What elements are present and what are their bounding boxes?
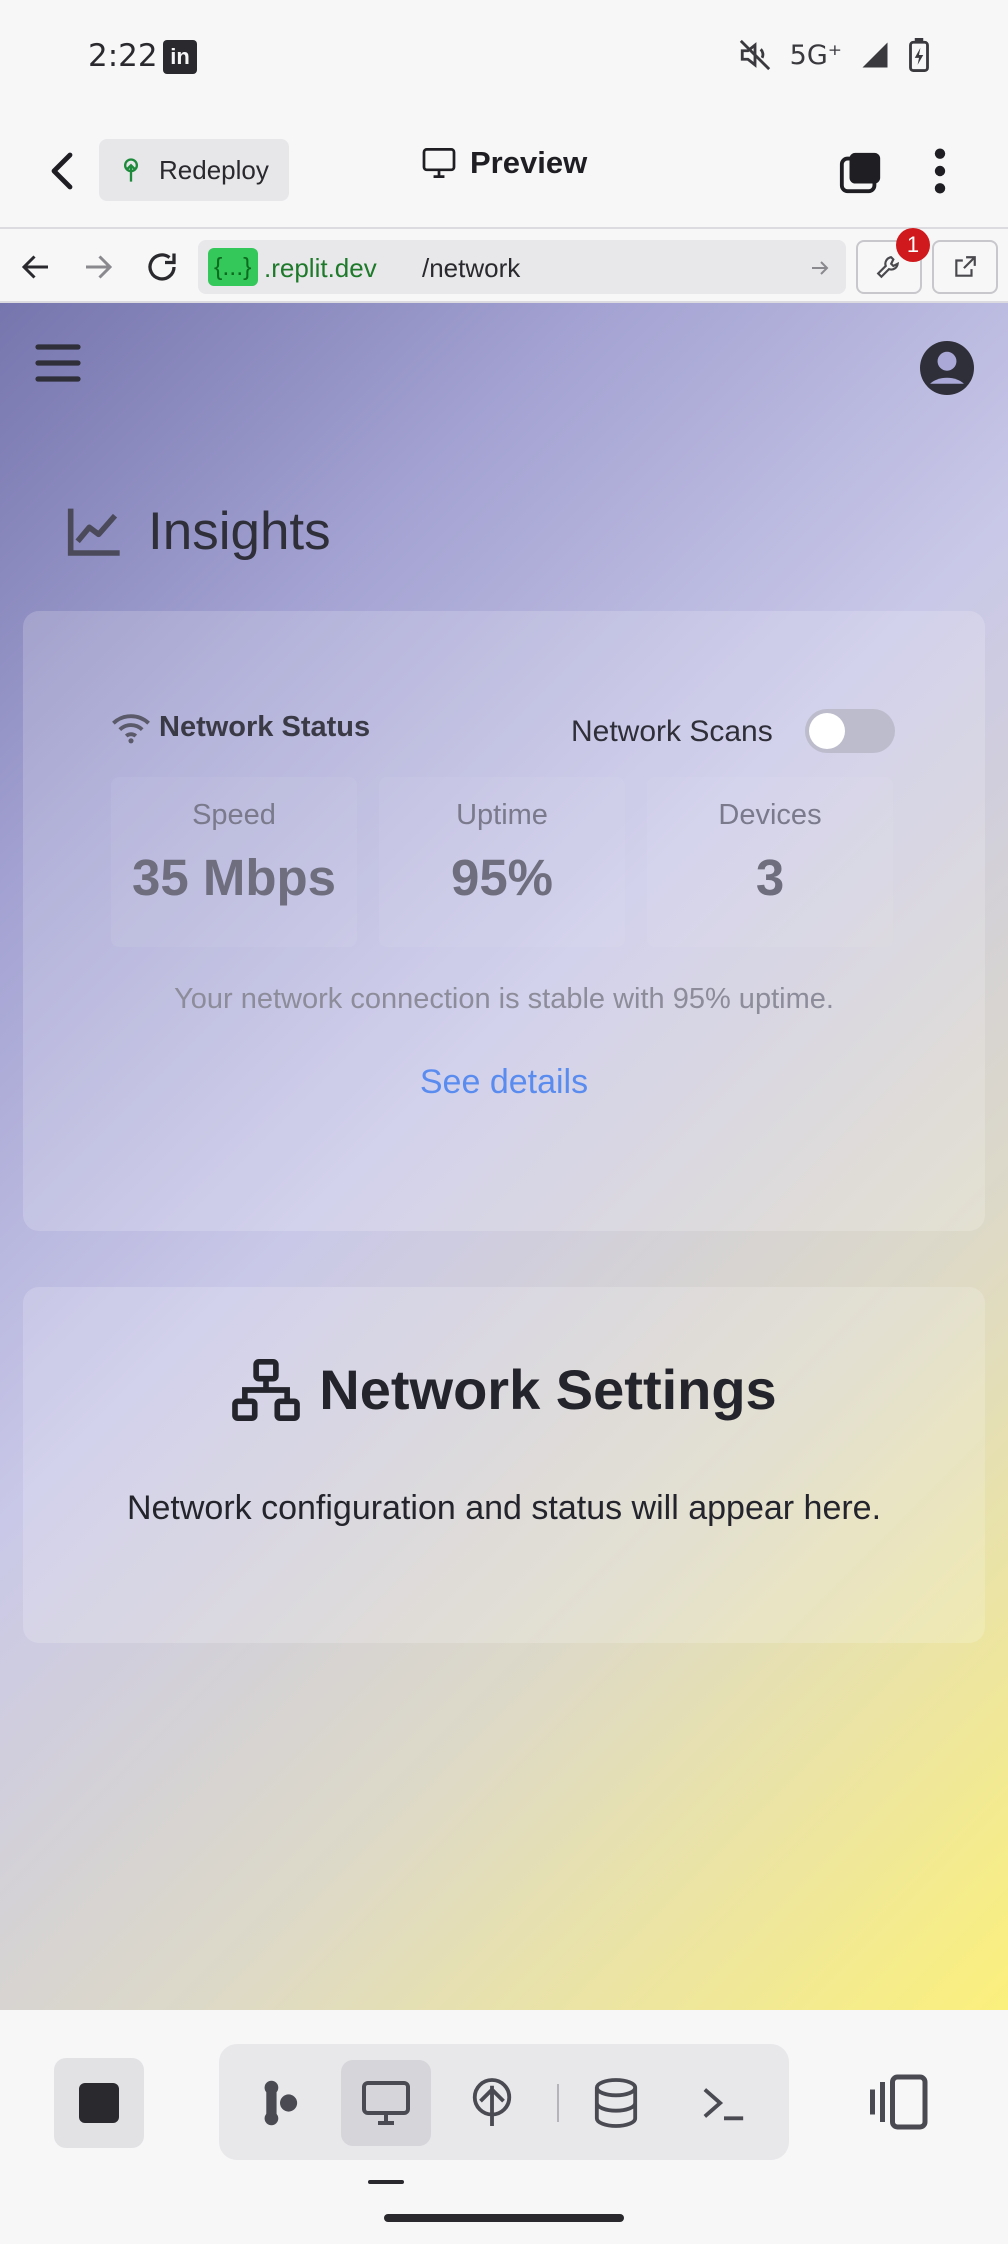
network-status-title: Network Status — [159, 711, 371, 743]
user-avatar-icon[interactable] — [920, 341, 974, 395]
agent-icon — [264, 2080, 298, 2126]
stop-icon — [79, 2083, 119, 2123]
clock: 2:22 — [88, 38, 158, 74]
url-input[interactable]: {...} .replit.dev /network — [198, 240, 846, 294]
deploy-icon — [124, 158, 138, 182]
wifi-icon — [112, 713, 150, 743]
reload-icon[interactable] — [144, 249, 180, 285]
network-scans-toggle[interactable] — [805, 709, 895, 753]
network-settings-heading: Network Settings — [23, 1357, 985, 1422]
signal-icon — [862, 42, 888, 68]
deploy-tool-button[interactable] — [447, 2060, 537, 2146]
network-type: 5G⁺ — [789, 39, 842, 71]
url-bar: {...} .replit.dev /network 1 — [0, 228, 1008, 303]
network-status-card: Network Status Network Scans Speed 35 Mb… — [23, 611, 985, 1231]
database-icon — [594, 2078, 638, 2128]
status-bar: 2:22 in 5G⁺ — [0, 0, 1008, 115]
stat-speed: Speed 35 Mbps — [111, 777, 357, 947]
network-settings-title: Network Settings — [319, 1358, 777, 1421]
status-icons: 5G⁺ — [738, 38, 930, 72]
network-status-heading: Network Status — [111, 711, 370, 744]
stat-label: Speed — [192, 799, 276, 831]
app-header: Redeploy Preview — [0, 115, 1008, 229]
deploy-icon — [472, 2078, 512, 2126]
toolbar-divider — [557, 2084, 559, 2122]
forward-icon[interactable] — [80, 249, 116, 285]
see-details-link[interactable]: See details — [23, 1063, 985, 1102]
network-status-message: Your network connection is stable with 9… — [174, 983, 834, 1015]
battery-icon — [909, 38, 929, 72]
preview-title: Preview — [422, 145, 587, 181]
network-topology-icon — [232, 1358, 301, 1421]
stat-uptime: Uptime 95% — [379, 777, 625, 947]
shell-tool-button[interactable] — [679, 2060, 769, 2146]
monitor-icon — [362, 2081, 410, 2125]
chart-line-icon — [67, 508, 120, 556]
agent-tool-button[interactable] — [235, 2060, 325, 2146]
bottom-toolbar — [0, 2010, 1008, 2244]
more-options-icon[interactable] — [920, 145, 960, 197]
insights-title: Insights — [148, 502, 331, 561]
stat-value: 3 — [755, 849, 785, 906]
workspace-tools — [219, 2044, 789, 2160]
mute-icon — [739, 39, 770, 71]
stat-devices: Devices 3 — [647, 777, 893, 947]
stat-label: Uptime — [456, 799, 548, 831]
devtools-button[interactable]: 1 — [856, 228, 930, 294]
database-tool-button[interactable] — [571, 2060, 661, 2146]
stat-label: Devices — [718, 799, 822, 831]
host-badge: {...} — [208, 248, 258, 286]
monitor-icon — [422, 148, 456, 178]
toggle-knob — [809, 713, 845, 749]
stop-button[interactable] — [54, 2058, 144, 2148]
redeploy-label: Redeploy — [159, 154, 269, 185]
home-indicator[interactable] — [384, 2214, 624, 2222]
url-path: /network — [422, 253, 521, 283]
network-settings-message: Network configuration and status will ap… — [126, 1489, 882, 1527]
go-arrow-icon[interactable] — [808, 256, 832, 280]
split-view-icon[interactable] — [870, 2072, 930, 2132]
back-arrow-icon[interactable] — [40, 147, 88, 195]
insights-header: Insights — [66, 501, 331, 562]
active-tab-indicator — [368, 2180, 404, 2184]
open-external-button[interactable] — [932, 240, 998, 294]
preview-page: Insights Network Status Network Scans Sp… — [0, 303, 1008, 2010]
network-settings-card: Network Settings Network configuration a… — [23, 1287, 985, 1643]
back-icon[interactable] — [18, 249, 54, 285]
terminal-icon — [703, 2088, 744, 2121]
url-host: .replit.dev — [264, 253, 377, 283]
external-link-icon — [955, 256, 976, 277]
network-scans-label: Network Scans — [571, 715, 773, 748]
stat-value: 35 Mbps — [131, 849, 337, 906]
menu-icon[interactable] — [34, 341, 82, 385]
tabs-icon[interactable] — [838, 149, 884, 195]
preview-title-text: Preview — [470, 145, 588, 180]
wrench-icon — [876, 256, 899, 279]
devtools-badge: 1 — [896, 228, 930, 262]
stat-value: 95% — [450, 849, 554, 906]
preview-tool-button[interactable] — [341, 2060, 431, 2146]
linkedin-icon: in — [163, 40, 197, 74]
redeploy-button[interactable]: Redeploy — [99, 139, 289, 201]
